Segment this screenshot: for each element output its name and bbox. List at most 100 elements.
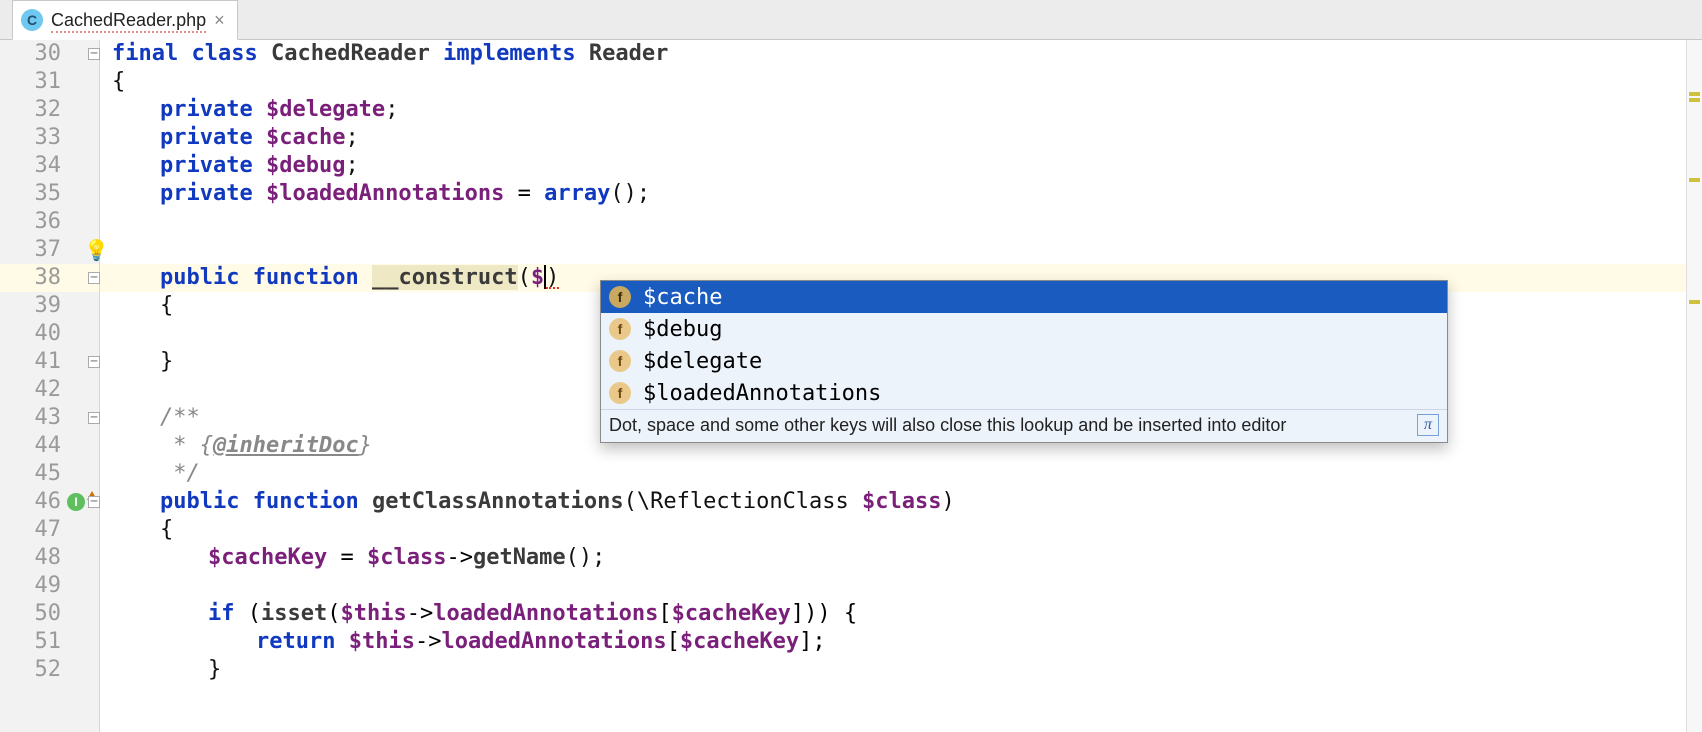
autocomplete-item[interactable]: f $cache [601, 281, 1447, 313]
tab-bar: C CachedReader.php × [0, 0, 1702, 40]
line-number: 48 [0, 544, 99, 572]
autocomplete-popup: f $cache f $debug f $delegate f $loadedA… [600, 280, 1448, 443]
field-icon: f [609, 286, 631, 308]
fold-toggle-icon[interactable] [88, 48, 100, 60]
autocomplete-label: $delegate [643, 349, 762, 374]
brace: } [208, 657, 221, 682]
warning-mark-icon[interactable] [1689, 98, 1700, 102]
function-call: array [544, 181, 610, 206]
pi-icon[interactable]: π [1417, 414, 1439, 436]
warning-mark-icon[interactable] [1689, 92, 1700, 96]
line-number: 40 [0, 320, 99, 348]
keyword: return [256, 629, 335, 654]
method-name: __construct [372, 265, 518, 290]
autocomplete-label: $debug [643, 317, 722, 342]
line-number: 37💡 [0, 236, 99, 264]
line-number: 35 [0, 180, 99, 208]
fold-toggle-icon[interactable] [88, 412, 100, 424]
method-name: getClassAnnotations [372, 489, 624, 514]
field: $loadedAnnotations [266, 181, 504, 206]
line-number: 39 [0, 292, 99, 320]
keyword: public [160, 265, 239, 290]
line-number: 46 [0, 488, 99, 516]
keyword: final [112, 41, 178, 66]
fold-toggle-icon[interactable] [88, 272, 100, 284]
error-stripe[interactable] [1686, 40, 1702, 732]
field: $debug [266, 153, 345, 178]
field-ref: loadedAnnotations [441, 629, 666, 654]
punct: (); [610, 181, 650, 206]
variable: $cacheKey [672, 601, 791, 626]
punct: ]; [799, 629, 826, 654]
punct: (\ReflectionClass [624, 489, 862, 514]
autocomplete-item[interactable]: f $loadedAnnotations [601, 377, 1447, 409]
keyword: implements [443, 41, 575, 66]
line-number: 41 [0, 348, 99, 376]
arrow: -> [407, 601, 434, 626]
doc-comment: */ [160, 461, 200, 486]
line-number: 31 [0, 68, 99, 96]
brace: } [160, 349, 173, 374]
variable: $cacheKey [208, 545, 327, 570]
gutter: 30 31 32 33 34 35 36 37💡 38 39 40 41 42 … [0, 40, 100, 732]
warning-mark-icon[interactable] [1689, 300, 1700, 304]
line-number: 44 [0, 432, 99, 460]
keyword: private [160, 153, 253, 178]
punct: (); [566, 545, 606, 570]
autocomplete-label: $cache [643, 285, 722, 310]
punct: ; [385, 97, 398, 122]
punct: ( [327, 601, 340, 626]
autocomplete-hint: Dot, space and some other keys will also… [601, 409, 1447, 442]
keyword: if [208, 601, 235, 626]
autocomplete-item[interactable]: f $debug [601, 313, 1447, 345]
line-number: 47 [0, 516, 99, 544]
field: $cache [266, 125, 345, 150]
line-number: 33 [0, 124, 99, 152]
fold-toggle-icon[interactable] [88, 356, 100, 368]
override-marker-icon[interactable] [67, 493, 85, 511]
punct: = [504, 181, 544, 206]
doc-comment: } [359, 433, 372, 458]
punct: = [327, 545, 367, 570]
line-number: 34 [0, 152, 99, 180]
field-ref: loadedAnnotations [433, 601, 658, 626]
warning-mark-icon[interactable] [1689, 178, 1700, 182]
field-icon: f [609, 318, 631, 340]
variable: $cacheKey [680, 629, 799, 654]
line-number: 38 [0, 264, 99, 292]
file-tab[interactable]: C CachedReader.php × [12, 0, 238, 40]
autocomplete-item[interactable]: f $delegate [601, 345, 1447, 377]
code-area[interactable]: final class CachedReader implements Read… [100, 40, 1686, 732]
syntax-error: ) [546, 265, 559, 290]
punct: ; [345, 153, 358, 178]
autocomplete-label: $loadedAnnotations [643, 381, 881, 406]
autocomplete-hint-text: Dot, space and some other keys will also… [609, 415, 1286, 436]
keyword: private [160, 181, 253, 206]
field: $delegate [266, 97, 385, 122]
close-tab-icon[interactable]: × [214, 10, 225, 31]
keyword: function [253, 265, 359, 290]
field-icon: f [609, 382, 631, 404]
punct: ) [942, 489, 955, 514]
line-number: 43 [0, 404, 99, 432]
class-file-icon: C [21, 9, 43, 31]
punct: ; [345, 125, 358, 150]
variable: $this [349, 629, 415, 654]
fold-toggle-icon[interactable] [88, 496, 100, 508]
editor: 30 31 32 33 34 35 36 37💡 38 39 40 41 42 … [0, 40, 1702, 732]
brace: { [160, 293, 173, 318]
method-call: getName [473, 545, 566, 570]
punct: [ [667, 629, 680, 654]
arrow: -> [446, 545, 473, 570]
interface-name: Reader [589, 41, 668, 66]
variable: $ [531, 265, 544, 290]
keyword: public [160, 489, 239, 514]
brace: { [160, 517, 173, 542]
keyword: private [160, 125, 253, 150]
line-number: 49 [0, 572, 99, 600]
keyword: class [191, 41, 257, 66]
line-number: 32 [0, 96, 99, 124]
doc-comment: * { [160, 433, 213, 458]
function-call: isset [261, 601, 327, 626]
punct: ])) { [791, 601, 857, 626]
